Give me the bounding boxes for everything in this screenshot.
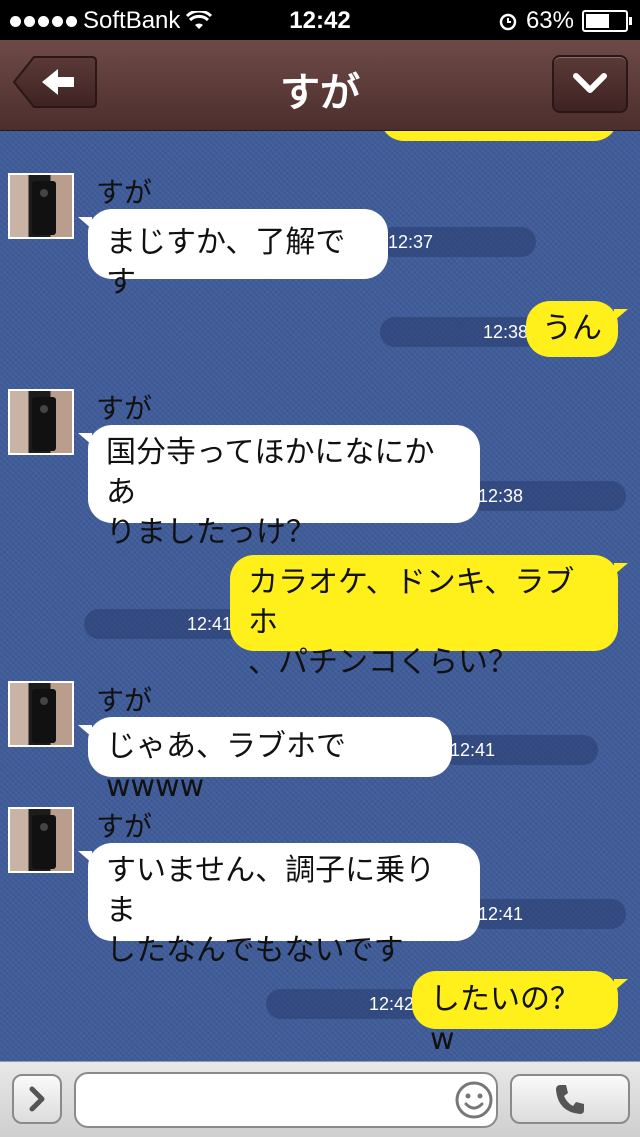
message-bubble[interactable]: まじすか、了解です bbox=[78, 209, 388, 300]
message-text: まじすか、了解です bbox=[106, 225, 346, 300]
call-button[interactable] bbox=[510, 1074, 630, 1124]
battery-level-fill bbox=[586, 14, 609, 28]
message-text-line: りましたっけ？ bbox=[106, 515, 316, 550]
message-time: 12:38 bbox=[468, 481, 626, 511]
page-title: すが bbox=[280, 70, 360, 116]
message-bubble[interactable]: じゃあ、ラブホでwwww bbox=[78, 717, 452, 804]
message-bubble[interactable]: したいの？w bbox=[412, 971, 628, 1057]
smiley-icon[interactable] bbox=[454, 1080, 494, 1120]
message-text-line: カラオケ、ドンキ、ラブホ bbox=[248, 565, 575, 640]
message-text-line: すいません、調子に乗りま bbox=[106, 853, 436, 928]
message-input[interactable] bbox=[74, 1072, 498, 1128]
phone-icon bbox=[556, 1085, 584, 1114]
message-time: 12:42 bbox=[266, 989, 426, 1019]
attach-button[interactable] bbox=[12, 1074, 62, 1124]
chat-area[interactable]: すが 12:37 まじすか、了解です 12:38 うん すが 12:38 国分寺… bbox=[0, 131, 640, 1061]
avatar[interactable] bbox=[8, 173, 74, 239]
message-time: 12:41 bbox=[440, 735, 598, 765]
battery-percent: 63% bbox=[525, 7, 574, 34]
chevron-right-icon bbox=[29, 1086, 45, 1112]
message-time: 12:38 bbox=[380, 317, 540, 347]
avatar[interactable] bbox=[8, 389, 74, 455]
chevron-down-icon bbox=[573, 73, 607, 93]
message-bubble[interactable]: すいません、調子に乗りま したなんでもないです bbox=[78, 843, 480, 968]
message-time: 12:37 bbox=[378, 227, 536, 257]
message-text-line: 国分寺ってほかになにかあ bbox=[106, 435, 435, 510]
avatar[interactable] bbox=[8, 807, 74, 873]
message-text: うん bbox=[542, 311, 602, 346]
message-time: 12:41 bbox=[84, 609, 244, 639]
sender-name: すが bbox=[96, 176, 153, 209]
sender-name: すが bbox=[96, 810, 153, 843]
alarm-clock-icon bbox=[499, 13, 517, 31]
message-bubble-partial bbox=[380, 131, 618, 141]
input-bar bbox=[0, 1061, 640, 1137]
battery-icon bbox=[582, 10, 632, 32]
menu-toggle-button[interactable] bbox=[552, 55, 628, 113]
message-text: じゃあ、ラブホでwwww bbox=[106, 729, 346, 804]
message-bubble[interactable]: カラオケ、ドンキ、ラブホ 、パチンコくらい？ bbox=[230, 555, 628, 680]
message-bubble[interactable]: 国分寺ってほかになにかあ りましたっけ？ bbox=[78, 425, 480, 550]
message-text-line: したなんでもないです bbox=[106, 933, 404, 968]
sender-name: すが bbox=[96, 392, 153, 425]
message-time: 12:41 bbox=[468, 899, 626, 929]
message-text-line: 、パチンコくらい？ bbox=[248, 645, 518, 680]
chat-header: すが bbox=[0, 40, 640, 131]
message-text: したいの？w bbox=[430, 982, 580, 1057]
sender-name: すが bbox=[96, 684, 153, 717]
avatar[interactable] bbox=[8, 681, 74, 747]
message-bubble[interactable]: うん bbox=[526, 301, 628, 357]
status-bar: SoftBank 12:42 63% bbox=[0, 0, 640, 40]
